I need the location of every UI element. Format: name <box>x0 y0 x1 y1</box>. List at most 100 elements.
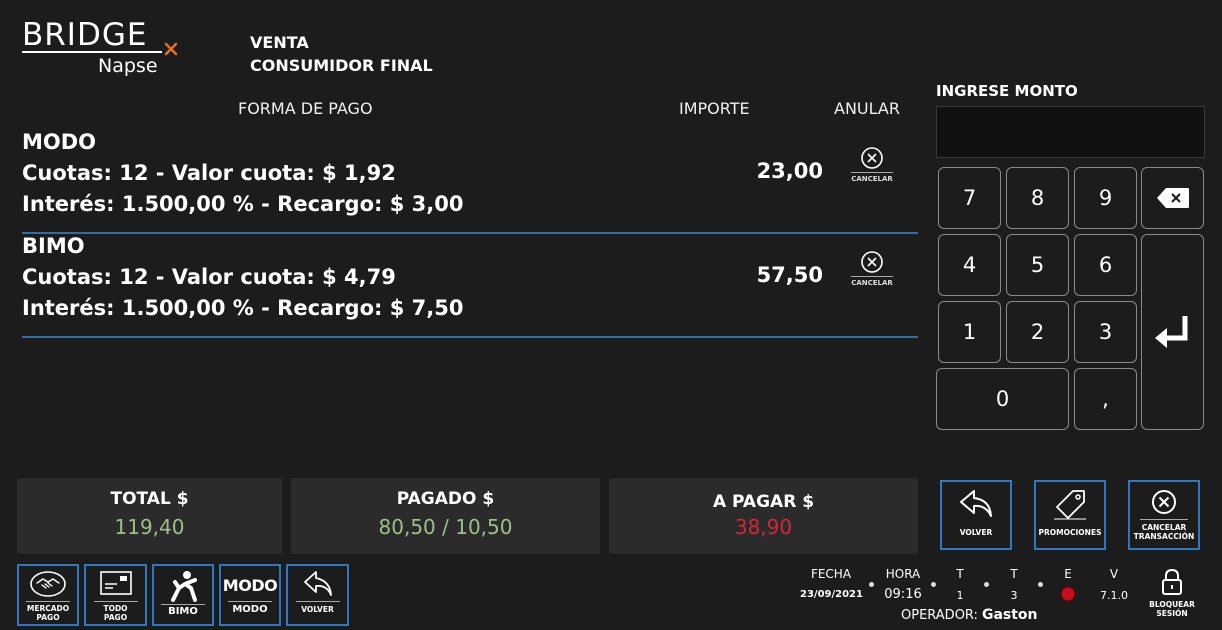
t2-value: 3 <box>1010 589 1018 602</box>
volver-label: VOLVER <box>959 528 993 537</box>
monto-label: INGRESE MONTO <box>936 82 1078 100</box>
divider <box>161 604 205 605</box>
status-fecha: FECHA 23/09/2021 <box>800 567 863 600</box>
v-value: 7.1.0 <box>1100 589 1128 602</box>
payment-name: MODO <box>22 130 97 154</box>
bloquear-label-line1: BLOQUEAR <box>1149 600 1195 609</box>
brand-name: BRIDGE <box>22 17 148 53</box>
bloquear-label: BLOQUEAR SESIÓN <box>1146 600 1198 618</box>
e-label: E <box>1064 567 1072 581</box>
todo-pago-label-line1: TODO <box>103 604 128 613</box>
enter-key[interactable] <box>1141 234 1204 430</box>
mercado-pago-label: MERCADO PAGO <box>27 604 69 622</box>
status-hora: HORA 09:16 <box>882 567 924 602</box>
pagado-box: PAGADO $ 80,50 / 10,50 <box>291 478 600 554</box>
separator-dot <box>869 582 874 587</box>
col-header-anular: ANULAR <box>834 99 900 118</box>
cancelar-label-line1: CANCELAR <box>1141 523 1187 532</box>
back-arrow-icon <box>960 490 992 517</box>
payment-row: MODO Cuotas: 12 - Valor cuota: $ 1,92 In… <box>22 130 918 234</box>
key-9[interactable]: 9 <box>1074 167 1137 229</box>
divider <box>1140 519 1188 520</box>
cancel-payment-button[interactable]: CANCELAR <box>846 146 898 192</box>
tag-icon <box>1054 490 1086 520</box>
modo-button[interactable]: MODO MODO <box>219 564 281 626</box>
backspace-key[interactable] <box>1141 167 1204 229</box>
total-box: TOTAL $ 119,40 <box>17 478 282 554</box>
backspace-icon <box>1156 188 1189 208</box>
divider <box>295 601 340 602</box>
payment-row: BIMO Cuotas: 12 - Valor cuota: $ 4,79 In… <box>22 234 918 338</box>
monto-input[interactable] <box>936 106 1205 158</box>
brand-sub: Napse <box>98 55 158 77</box>
todo-pago-button[interactable]: TODO PAGO <box>84 564 147 626</box>
divider <box>851 172 893 173</box>
cancel-payment-button[interactable]: CANCELAR <box>846 250 898 296</box>
key-5[interactable]: 5 <box>1006 234 1069 296</box>
separator-dot <box>931 582 936 587</box>
pagado-value: 80,50 / 10,50 <box>378 515 513 539</box>
cancelar-label-line2: TRANSACCIÓN <box>1133 532 1195 541</box>
sale-type: VENTA <box>250 33 309 52</box>
handshake-icon <box>30 571 66 597</box>
key-7[interactable]: 7 <box>938 167 1001 229</box>
status-e: E <box>1058 567 1078 602</box>
hora-label: HORA <box>885 567 921 581</box>
todo-pago-label-line2: PAGO <box>103 613 128 622</box>
divider <box>228 601 272 602</box>
total-value: 119,40 <box>114 515 185 539</box>
pagado-label: PAGADO $ <box>396 489 495 509</box>
sale-header: VENTA CONSUMIDOR FINAL <box>250 31 433 77</box>
modo-logo: MODO <box>222 576 278 595</box>
payment-cuotas: Cuotas: 12 - Valor cuota: $ 1,92 <box>22 161 396 185</box>
bloquear-sesion-button[interactable]: BLOQUEAR SESIÓN <box>1146 568 1198 618</box>
enter-icon <box>1154 316 1187 348</box>
key-8[interactable]: 8 <box>1006 167 1069 229</box>
mercado-pago-button[interactable]: MERCADO PAGO <box>17 564 79 626</box>
divider <box>93 601 138 602</box>
status-t1: T 1 <box>950 567 970 602</box>
hora-value: 09:16 <box>884 587 922 602</box>
cancel-label: CANCELAR <box>851 279 893 287</box>
mercado-pago-label-line1: MERCADO <box>26 604 70 613</box>
total-label: TOTAL $ <box>110 489 189 509</box>
divider <box>26 601 70 602</box>
apagar-box: A PAGAR $ 38,90 <box>609 478 918 554</box>
operador-label: OPERADOR: <box>901 608 978 623</box>
cancel-label: CANCELAR <box>851 175 893 183</box>
col-header-importe: IMPORTE <box>679 99 750 118</box>
t1-value: 1 <box>956 589 964 602</box>
v-label: V <box>1109 567 1119 581</box>
promociones-button[interactable]: PROMOCIONES <box>1034 480 1106 550</box>
volver-pay-button[interactable]: VOLVER <box>286 564 349 626</box>
key-4[interactable]: 4 <box>938 234 1001 296</box>
brand-underline <box>22 51 162 53</box>
key-2[interactable]: 2 <box>1006 301 1069 363</box>
key-comma[interactable]: , <box>1074 368 1137 430</box>
separator-dot <box>1038 582 1043 587</box>
key-1[interactable]: 1 <box>938 301 1001 363</box>
operador-name: Gaston <box>981 607 1038 623</box>
t1-label: T <box>956 567 964 581</box>
key-6[interactable]: 6 <box>1074 234 1137 296</box>
todo-pago-label: TODO PAGO <box>103 604 127 622</box>
payment-name: BIMO <box>22 234 85 258</box>
cancelar-transaccion-button[interactable]: CANCELAR TRANSACCIÓN <box>1128 480 1200 550</box>
separator-dot <box>984 582 989 587</box>
divider <box>851 276 893 277</box>
cancel-circle-icon <box>861 147 883 169</box>
col-header-forma: FORMA DE PAGO <box>238 99 373 118</box>
bimo-figure-icon <box>171 571 197 602</box>
volver-button[interactable]: VOLVER <box>940 480 1012 550</box>
key-0[interactable]: 0 <box>936 368 1069 430</box>
volver-pay-label: VOLVER <box>301 605 334 614</box>
operador: OPERADOR: Gaston <box>901 607 1038 623</box>
key-3[interactable]: 3 <box>1074 301 1137 363</box>
payment-importe: 23,00 <box>756 159 823 183</box>
apagar-value: 38,90 <box>734 515 793 539</box>
payment-importe: 57,50 <box>756 263 823 287</box>
cancel-circle-icon <box>1152 490 1176 514</box>
bimo-button[interactable]: BIMO <box>152 564 214 626</box>
status-indicator-icon <box>1060 586 1076 602</box>
status-t2: T 3 <box>1004 567 1024 602</box>
